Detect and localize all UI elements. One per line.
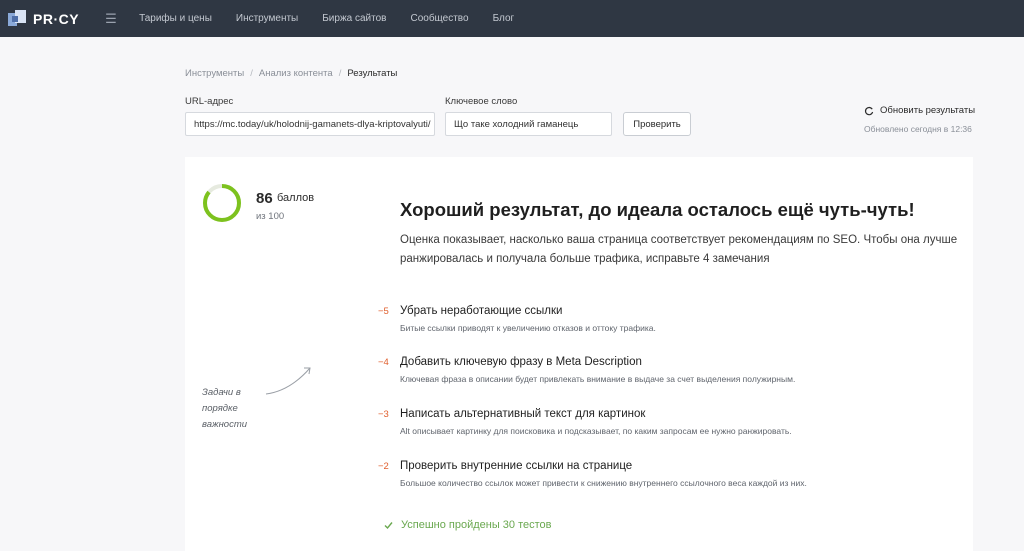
check-button[interactable]: Проверить bbox=[623, 112, 691, 136]
nav-item-blog[interactable]: Блог bbox=[493, 13, 515, 24]
breadcrumb-separator: / bbox=[338, 68, 342, 79]
result-summary: Оценка показывает, насколько ваша страни… bbox=[400, 234, 958, 265]
task-title[interactable]: Проверить внутренние ссылки на странице bbox=[400, 460, 632, 472]
keyword-label: Ключевое слово bbox=[445, 96, 518, 107]
keyword-input[interactable]: Що таке холодний гаманець bbox=[445, 112, 612, 136]
updated-timestamp: Обновлено сегодня в 12:36 bbox=[864, 124, 972, 134]
result-headline: Хороший результат, до идеала осталось ещ… bbox=[400, 199, 915, 220]
check-icon bbox=[384, 521, 393, 529]
score-max: из 100 bbox=[256, 211, 285, 222]
breadcrumb-separator: / bbox=[250, 68, 253, 79]
task-description: Битые ссылки приводят к увеличению отказ… bbox=[400, 323, 656, 333]
task-title[interactable]: Добавить ключевую фразу в Meta Descripti… bbox=[400, 356, 642, 368]
breadcrumb-content-analysis[interactable]: Анализ контента bbox=[259, 68, 333, 79]
nav-item-site-exchange[interactable]: Биржа сайтов bbox=[322, 13, 386, 24]
logo-text: PR·CY bbox=[33, 10, 80, 27]
passed-tests-label: Успешно пройдены 30 тестов bbox=[401, 519, 552, 531]
task-description: Alt описывает картинку для поисковика и … bbox=[400, 426, 792, 436]
logo[interactable]: PR·CY bbox=[8, 7, 79, 31]
task-title[interactable]: Написать альтернативный текст для картин… bbox=[400, 408, 645, 420]
refresh-icon bbox=[864, 106, 874, 115]
score-ring bbox=[203, 184, 241, 222]
top-navigation: PR·CY ☰ Тарифы и цены Инструменты Биржа … bbox=[0, 0, 1024, 37]
refresh-results-label: Обновить результаты bbox=[880, 105, 976, 116]
nav-item-tools[interactable]: Инструменты bbox=[236, 13, 298, 24]
refresh-results-button[interactable]: Обновить результаты bbox=[864, 105, 975, 116]
url-input[interactable]: https://mc.today/uk/holodnij-gamanets-dl… bbox=[185, 112, 435, 136]
task-penalty: −2 bbox=[378, 461, 389, 472]
nav-item-pricing[interactable]: Тарифы и цены bbox=[139, 13, 212, 24]
url-label: URL-адрес bbox=[185, 96, 234, 107]
menu-icon[interactable]: ☰ bbox=[105, 11, 119, 27]
task-description: Большое количество ссылок может привести… bbox=[400, 478, 807, 488]
task-penalty: −5 bbox=[378, 306, 389, 317]
task-penalty: −3 bbox=[378, 409, 389, 420]
arrow-icon bbox=[265, 367, 311, 395]
task-penalty: −4 bbox=[378, 357, 389, 368]
task-title[interactable]: Убрать неработающие ссылки bbox=[400, 305, 562, 317]
nav-item-community[interactable]: Сообщество bbox=[410, 13, 468, 24]
passed-tests[interactable]: Успешно пройдены 30 тестов bbox=[384, 519, 552, 531]
task-description: Ключевая фраза в описании будет привлека… bbox=[400, 374, 796, 384]
logo-mark-icon bbox=[8, 9, 28, 28]
score-unit: баллов bbox=[277, 192, 315, 204]
breadcrumb-current: Результаты bbox=[347, 68, 398, 79]
breadcrumb: Инструменты / Анализ контента / Результа… bbox=[185, 68, 397, 79]
score-value: 86 bbox=[256, 190, 273, 207]
breadcrumb-tools[interactable]: Инструменты bbox=[185, 68, 244, 79]
